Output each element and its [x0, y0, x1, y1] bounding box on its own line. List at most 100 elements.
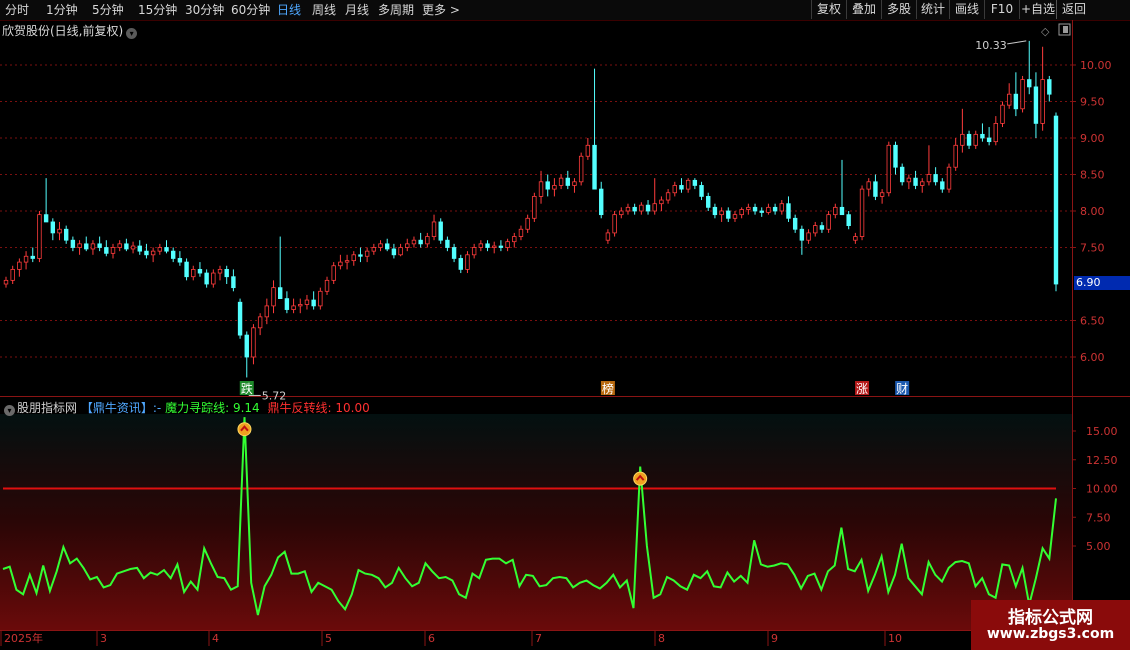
candle-up [605, 232, 611, 241]
high-price-label: 10.33 [975, 39, 1007, 52]
price-tick-label: 7.50 [1080, 242, 1105, 255]
candle-up [512, 236, 517, 243]
candle-up [378, 243, 383, 248]
candle-up [1040, 79, 1045, 124]
candle-up [257, 316, 263, 329]
candle-down [873, 181, 878, 197]
candle-up [344, 260, 350, 263]
candle-up [1000, 104, 1005, 124]
event-marker-label: 跌 [241, 381, 253, 396]
candle-down [752, 206, 758, 212]
candle-up [826, 214, 831, 230]
pane-toggle-icon-fill [1063, 26, 1068, 33]
candle-up [532, 195, 537, 219]
candle-up [625, 206, 631, 212]
candle-up [732, 214, 738, 219]
candle-up [766, 206, 771, 213]
price-tick-label: 10.00 [1080, 59, 1112, 72]
candle-up [318, 290, 323, 307]
candle-down [358, 254, 363, 257]
signal-marker [237, 422, 252, 437]
price-tick-label: 9.00 [1080, 132, 1105, 145]
candle-down [1013, 93, 1019, 110]
candle-up [304, 299, 310, 305]
candle-up [879, 192, 885, 197]
candle-down [1047, 79, 1052, 95]
candle-up [130, 245, 136, 250]
indicator-tick-label: 5.00 [1086, 540, 1111, 553]
candle-down [545, 181, 550, 190]
candle-up [866, 181, 871, 190]
candle-down [485, 243, 490, 248]
candle-up [926, 174, 932, 183]
candle-up [1020, 79, 1025, 110]
candle-up [572, 181, 577, 186]
candle-down [592, 144, 597, 190]
candle-up [619, 210, 624, 216]
candle-down [231, 276, 236, 289]
candle-up [672, 185, 677, 194]
candle-up [465, 254, 470, 270]
candle-down [966, 133, 972, 146]
candle-up [191, 268, 196, 278]
candle-up [23, 255, 29, 263]
candle-down [50, 221, 56, 234]
current-price-tag: 6.90 [1074, 276, 1130, 290]
candle-down [1027, 79, 1032, 88]
candle-up [117, 243, 122, 248]
candle-down [933, 174, 938, 183]
price-tick-label: 8.50 [1080, 169, 1105, 182]
candle-down [97, 243, 102, 248]
diamond-icon[interactable]: ◇ [1041, 25, 1050, 38]
candle-up [946, 166, 952, 190]
candle-up [425, 236, 430, 245]
candle-up [271, 287, 276, 307]
candle-up [324, 279, 330, 292]
candle-up [1006, 93, 1012, 106]
candle-up [211, 272, 216, 285]
candle-down [772, 206, 778, 212]
candle-down [645, 204, 651, 212]
candle-up [331, 265, 336, 281]
candle-down [980, 133, 985, 139]
candle-up [859, 188, 865, 237]
chevron-down-icon[interactable]: ▾ [4, 405, 15, 416]
candle-up [906, 177, 912, 183]
candle-up [90, 243, 96, 250]
time-tick-label: 5 [325, 632, 332, 645]
watermark: 指标公式网 www.zbgs3.com [971, 600, 1130, 650]
candle-up [538, 181, 544, 197]
candle-down [137, 245, 142, 252]
candle-up [960, 133, 965, 146]
candle-down [204, 272, 209, 285]
watermark-title: 指标公式网 [1008, 608, 1093, 628]
candle-down [237, 301, 243, 336]
candle-down [164, 247, 169, 252]
candle-up [471, 247, 477, 256]
price-tick-label: 6.50 [1080, 315, 1105, 328]
candle-down [1053, 115, 1059, 285]
indicator-source: 股朋指标网 [17, 401, 78, 415]
candle-up [585, 144, 591, 157]
candle-down [899, 166, 905, 183]
watermark-url: www.zbgs3.com [986, 626, 1115, 642]
candle-down [599, 188, 604, 216]
candle-down [244, 334, 249, 358]
candle-down [451, 247, 457, 259]
candle-up [739, 209, 744, 216]
reversal-line-label: 鼎牛反转线: [267, 401, 332, 415]
candle-down [792, 217, 798, 230]
candle-up [665, 192, 671, 201]
magic-line-label: 魔力寻踪线: [165, 401, 230, 415]
candle-down [445, 239, 450, 248]
time-tick-label: 2025年 [4, 631, 43, 645]
candle-down [632, 206, 637, 212]
candle-up [37, 214, 42, 259]
candle-down [391, 248, 397, 256]
high-pointer [1007, 40, 1027, 45]
event-marker-label: 榜 [602, 381, 614, 396]
candle-down [726, 210, 731, 219]
time-tick-label: 7 [535, 632, 542, 645]
candle-down [70, 239, 76, 248]
price-tick-label: 8.00 [1080, 205, 1105, 218]
